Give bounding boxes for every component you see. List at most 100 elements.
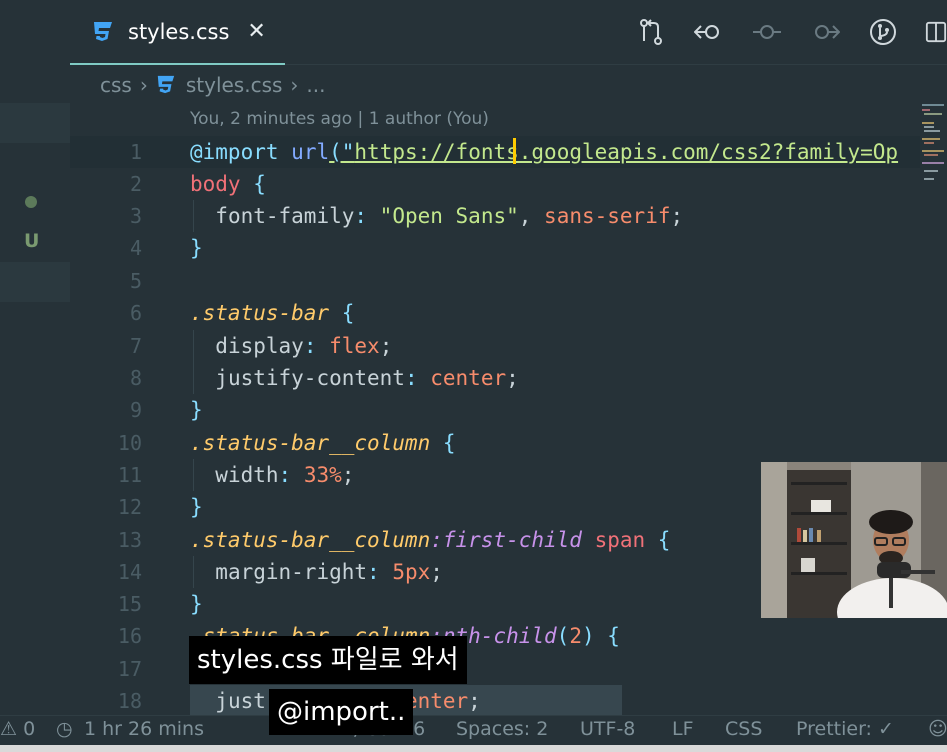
code-line[interactable]: 18 just center; [70,685,920,716]
line-number: 2 [129,172,142,196]
chevron-right-icon: › [139,73,148,97]
activity-gutter: U [0,0,70,715]
token-punctuation: { [645,528,671,552]
tab-styles-css[interactable]: styles.css ✕ [70,0,285,65]
token-punctuation: : [404,366,431,390]
token-punctuation: ; [379,334,393,358]
git-compare-icon[interactable] [635,16,667,48]
webcam-presenter-image [761,462,947,618]
code-line[interactable]: 7 display: flex; [70,330,920,362]
go-back-icon[interactable] [693,16,725,48]
token-value: sans-serif [544,204,671,228]
line-number: 4 [129,236,142,260]
line-number: 9 [129,398,142,422]
code-line[interactable]: 10 .status-bar__column { [70,427,920,459]
token-property: width [215,463,279,487]
text-cursor [513,138,516,164]
breadcrumb-file[interactable]: styles.css [186,73,283,97]
line-number: 11 [117,463,142,487]
token-punctuation: ; [506,366,519,390]
token-value: center [430,366,507,390]
token-punctuation: { [240,172,266,196]
chevron-right-icon: › [290,73,299,97]
window-bottom-edge [0,745,947,752]
token-punctuation: : [303,334,330,358]
token-pseudo-class: :first-child [430,528,582,552]
code-line[interactable]: 2 body { [70,168,920,200]
css3-icon [157,75,175,94]
token-value: flex [329,334,380,358]
token-punctuation: ; [430,560,443,584]
token-punctuation: } [190,398,203,422]
close-tab-icon[interactable]: ✕ [247,19,265,44]
token-punctuation: } [190,236,203,260]
token-class-selector: .status-bar__column [190,528,431,552]
problems-count[interactable]: ⚠ 0 [0,718,35,740]
editor-toolbar [609,16,947,48]
line-number: 16 [117,624,142,648]
token-url-string[interactable]: https://fonts.googleapis.com/css2?family… [354,140,898,164]
minimap[interactable] [920,100,947,190]
token-value: 2 [569,624,582,648]
coding-time[interactable]: 1 hr 26 mins [84,718,204,740]
code-editor[interactable]: 1 @import url("https://fonts.googleapis.… [70,136,920,716]
status-bar: ⚠ 0 ◷ 1 hr 26 mins Ln 1, Col 26 Spaces: … [0,715,947,746]
token-selector: span [581,528,646,552]
token-punctuation: : [367,560,393,584]
token-punctuation: ; [468,689,481,713]
tab-title: styles.css [128,19,230,44]
commit-icon[interactable] [751,16,783,48]
indentation[interactable]: Spaces: 2 [456,718,548,740]
end-of-line[interactable]: LF [672,718,694,740]
code-line[interactable]: 9 } [70,394,920,426]
token-property: display [215,334,304,358]
token-selector: body [190,172,241,196]
token-punctuation: (" [329,140,355,164]
language-mode[interactable]: CSS [725,718,762,740]
git-blame-annotation[interactable]: You, 2 minutes ago | 1 author (You) [190,109,489,129]
code-line[interactable]: 8 justify-content: center; [70,362,920,394]
clock-icon: ◷ [56,718,73,740]
code-line[interactable]: 1 @import url("https://fonts.googleapis.… [70,136,920,168]
line-number: 3 [129,204,142,228]
untracked-badge: U [24,230,40,252]
token-value: 5px [392,560,431,584]
line-number: 12 [117,495,142,519]
code-line[interactable]: 6 .status-bar { [70,297,920,329]
line-number: 8 [129,366,142,390]
go-forward-icon[interactable] [809,16,841,48]
line-number: 1 [129,140,142,164]
token-value: 33% [303,463,342,487]
token-punctuation: : [354,204,380,228]
breadcrumb-folder[interactable]: css [100,73,132,97]
code-line[interactable]: 5 [70,265,920,297]
line-number: 13 [117,528,142,552]
code-line[interactable]: 4 } [70,232,920,264]
css3-icon [94,21,112,41]
token-string: "Open Sans" [379,204,519,228]
split-editor-icon[interactable] [925,16,947,48]
token-function: url [291,140,330,164]
prettier-status[interactable]: Prettier: ✓ [796,718,894,740]
breadcrumb-more[interactable]: ... [306,73,325,97]
token-punctuation: } [190,495,203,519]
line-number: 5 [129,269,142,293]
token-punctuation: ) [581,624,595,648]
token-punctuation: { [594,624,620,648]
subtitle-line-2: @import.. [269,689,414,735]
line-number: 14 [117,560,142,584]
line-number: 18 [117,689,142,713]
token-punctuation: : [278,463,304,487]
source-control-icon[interactable] [867,16,899,48]
code-line[interactable]: 3 font-family: "Open Sans", sans-serif; [70,200,920,232]
line-number: 10 [117,431,142,455]
file-encoding[interactable]: UTF-8 [580,718,635,740]
token-punctuation: { [430,431,456,455]
token-property: justify-content [215,366,405,390]
webcam-overlay [761,462,947,618]
token-punctuation: { [329,301,355,325]
account-icon[interactable]: ☺ [928,718,947,740]
token-at-rule: @import [190,140,279,164]
modified-dot-icon [25,196,37,208]
token-punctuation: ; [670,204,684,228]
